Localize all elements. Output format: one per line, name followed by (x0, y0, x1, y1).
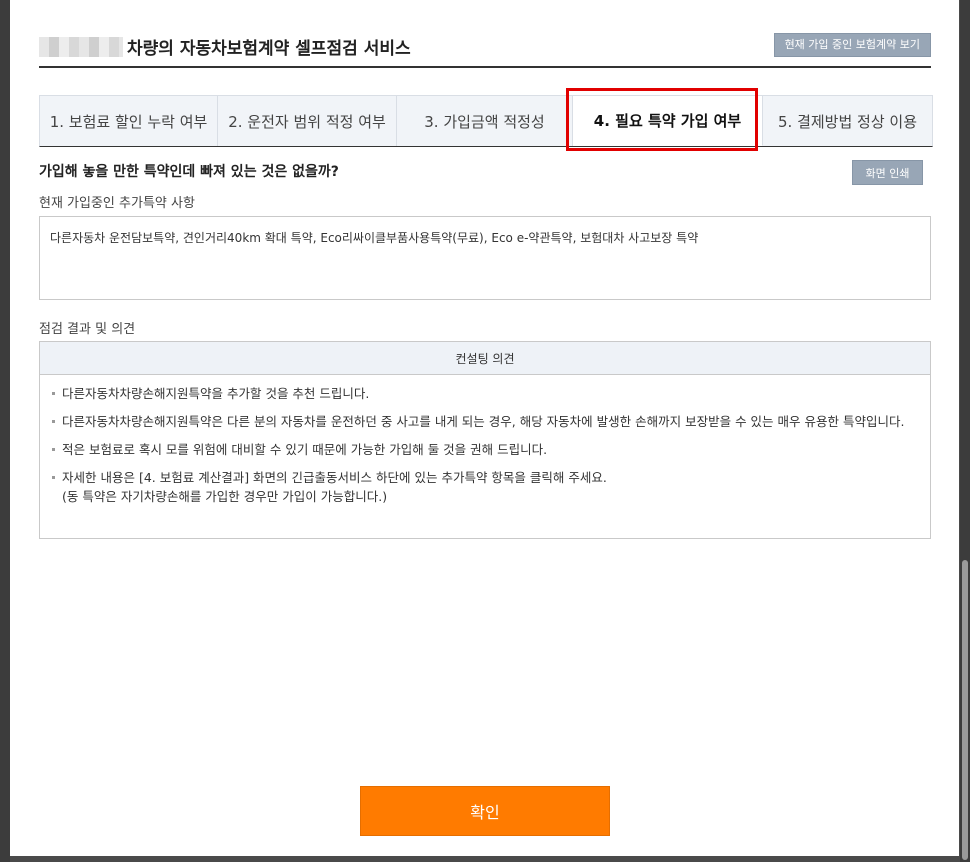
tab-discount-omission[interactable]: 1. 보험료 할인 누락 여부 (40, 96, 218, 146)
bullet-icon (52, 448, 55, 451)
result-label: 점검 결과 및 의견 (39, 322, 136, 337)
bullet-icon (52, 420, 55, 423)
redacted-plate-number (39, 36, 123, 57)
opinion-item: 자세한 내용은 [4. 보험료 계산결과] 화면의 긴급출동서비스 하단에 있는… (52, 468, 914, 506)
view-current-contract-button[interactable]: 현재 가입 중인 보험계약 보기 (773, 33, 931, 57)
current-riders-box: 다른자동차 운전담보특약, 견인거리40km 확대 특약, Eco리싸이클부품사… (39, 216, 931, 300)
title-wrap: 차량의 자동차보험계약 셀프점검 서비스 (39, 34, 411, 59)
modal-header: 차량의 자동차보험계약 셀프점검 서비스 현재 가입 중인 보험계약 보기 (39, 30, 931, 68)
opinion-text: 다른자동차차량손해지원특약은 다른 분의 자동차를 운전하던 중 사고를 내게 … (62, 414, 905, 429)
opinion-note: (동 특약은 자기차량손해를 가입한 경우만 가입이 가능합니다.) (62, 489, 388, 504)
self-check-modal: 차량의 자동차보험계약 셀프점검 서비스 현재 가입 중인 보험계약 보기 1.… (10, 0, 959, 856)
current-riders-label: 현재 가입중인 추가특약 사항 (39, 196, 195, 211)
opinion-item: 다른자동차차량손해지원특약은 다른 분의 자동차를 운전하던 중 사고를 내게 … (52, 412, 914, 431)
opinion-text: 다른자동차차량손해지원특약을 추가할 것을 추천 드립니다. (62, 386, 370, 401)
tab-payment-method[interactable]: 5. 결제방법 정상 이용 (763, 96, 932, 146)
opinion-item: 적은 보험료로 혹시 모를 위험에 대비할 수 있기 때문에 가능한 가입해 둘… (52, 440, 914, 459)
bullet-icon (52, 476, 55, 479)
tab-coverage-amount[interactable]: 3. 가입금액 적정성 (397, 96, 573, 146)
opinion-item: 다른자동차차량손해지원특약을 추가할 것을 추천 드립니다. (52, 384, 914, 403)
page-scrollbar-thumb[interactable] (962, 560, 968, 860)
opinion-text: 적은 보험료로 혹시 모를 위험에 대비할 수 있기 때문에 가능한 가입해 둘… (62, 442, 548, 457)
opinion-text: 자세한 내용은 [4. 보험료 계산결과] 화면의 긴급출동서비스 하단에 있는… (62, 470, 607, 485)
confirm-button[interactable]: 확인 (360, 786, 610, 836)
consulting-opinion-table: 컨설팅 의견 다른자동차차량손해지원특약을 추가할 것을 추천 드립니다. 다른… (39, 341, 931, 539)
backdrop-left (0, 0, 10, 862)
opinion-table-header: 컨설팅 의견 (40, 342, 930, 375)
opinion-list: 다른자동차차량손해지원특약을 추가할 것을 추천 드립니다. 다른자동차차량손해… (40, 375, 930, 506)
page-title: 차량의 자동차보험계약 셀프점검 서비스 (127, 39, 411, 59)
section-question: 가입해 놓을 만한 특약인데 빠져 있는 것은 없을까? (39, 164, 339, 180)
tab-required-riders[interactable]: 4. 필요 특약 가입 여부 (573, 96, 763, 146)
backdrop-right (960, 0, 970, 862)
step-tabs: 1. 보험료 할인 누락 여부 2. 운전자 범위 적정 여부 3. 가입금액 … (39, 95, 933, 147)
tab-driver-range[interactable]: 2. 운전자 범위 적정 여부 (218, 96, 397, 146)
print-screen-button[interactable]: 화면 인쇄 (852, 160, 923, 185)
bullet-icon (52, 392, 55, 395)
